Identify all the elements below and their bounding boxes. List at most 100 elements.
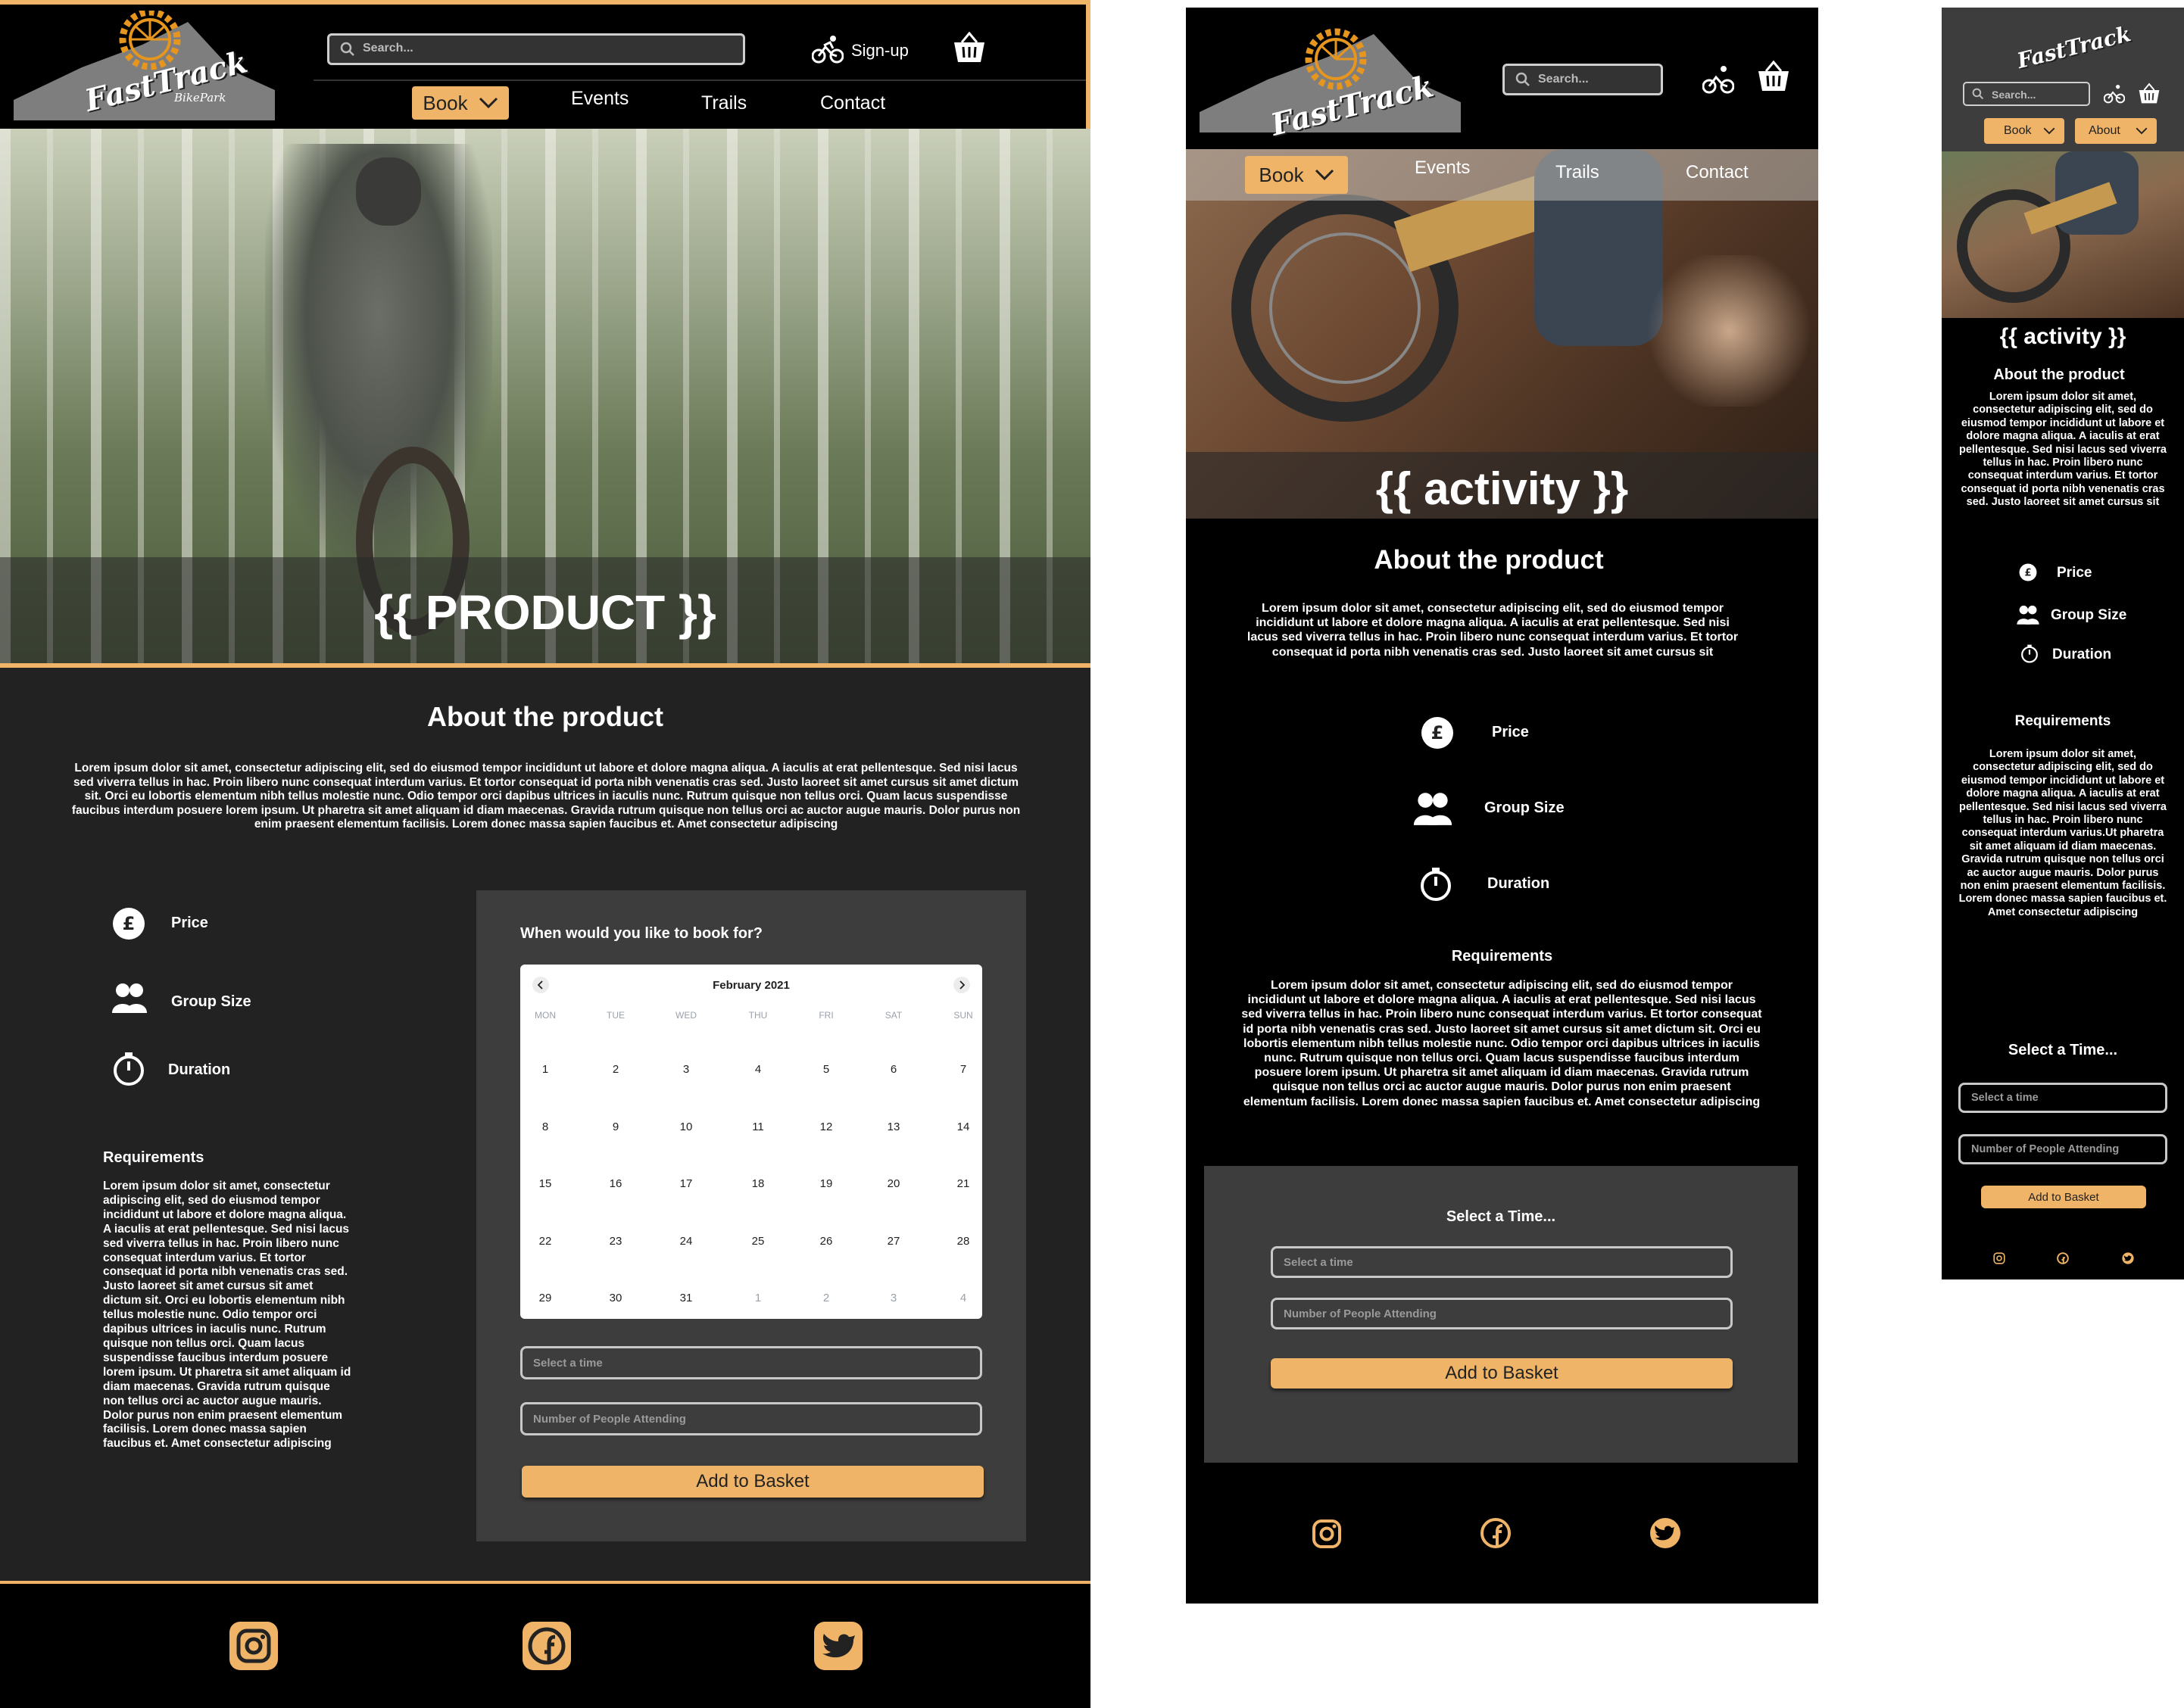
calendar-day[interactable]: 8 [523, 1120, 568, 1133]
calendar-day[interactable]: 23 [593, 1235, 638, 1248]
facebook-icon[interactable] [1480, 1517, 1512, 1549]
tablet-add-to-basket[interactable]: Add to Basket [1271, 1358, 1733, 1389]
basket-icon[interactable] [2137, 82, 2161, 104]
calendar-day[interactable]: 15 [523, 1177, 568, 1190]
calendar-day[interactable]: 30 [593, 1292, 638, 1304]
calendar-day[interactable]: 29 [523, 1292, 568, 1304]
desktop-people-input[interactable]: Number of People Attending [520, 1402, 982, 1435]
nav-trails[interactable]: Trails [701, 92, 747, 114]
calendar-day[interactable]: 2 [803, 1292, 849, 1304]
calendar-day[interactable]: 7 [941, 1063, 986, 1076]
calendar-day[interactable]: 26 [803, 1235, 849, 1248]
tablet-frame: FastTrack Search... {{ activity }} Book … [1186, 8, 1818, 1604]
instagram-icon[interactable] [229, 1622, 278, 1670]
desktop-logo[interactable]: FastTrack BikePark [14, 8, 275, 120]
tablet-hero-image: {{ activity }} [1186, 149, 1818, 519]
people-placeholder: Number of People Attending [533, 1412, 686, 1426]
tablet-search-input[interactable]: Search... [1502, 64, 1663, 95]
tablet-people-input[interactable]: Number of People Attending [1271, 1298, 1733, 1329]
calendar-day[interactable]: 3 [663, 1063, 709, 1076]
nav-events[interactable]: Events [571, 88, 629, 110]
calendar-day[interactable]: 14 [941, 1120, 986, 1133]
calendar-weekday: TUE [607, 1010, 625, 1021]
pound-icon: £ [1421, 716, 1454, 750]
calendar-weekday: SUN [953, 1010, 973, 1021]
basket-icon[interactable] [951, 30, 987, 64]
calendar-day[interactable]: 18 [735, 1177, 781, 1190]
twitter-icon[interactable] [814, 1622, 863, 1670]
calendar-day[interactable]: 28 [941, 1235, 986, 1248]
calendar-day[interactable]: 1 [523, 1063, 568, 1076]
calendar-day[interactable]: 25 [735, 1235, 781, 1248]
calendar-next-button[interactable] [953, 977, 970, 993]
signup-link[interactable]: Sign-up [812, 33, 918, 67]
cyclist-icon[interactable] [1702, 64, 1734, 95]
calendar-day[interactable]: 3 [871, 1292, 916, 1304]
nav-events[interactable]: Events [1415, 157, 1470, 179]
feature-group-size: Group Size [2051, 607, 2127, 623]
instagram-icon[interactable] [1993, 1252, 2005, 1264]
twitter-icon[interactable] [2122, 1252, 2134, 1264]
people-placeholder: Number of People Attending [1971, 1143, 2120, 1155]
calendar-day[interactable]: 31 [663, 1292, 709, 1304]
calendar-day[interactable]: 19 [803, 1177, 849, 1190]
nav-book-button[interactable]: Book [412, 86, 509, 120]
chevron-down-icon [479, 97, 498, 109]
calendar-day[interactable]: 22 [523, 1235, 568, 1248]
twitter-icon[interactable] [1649, 1517, 1681, 1549]
calendar-day[interactable]: 9 [593, 1120, 638, 1133]
tablet-select-time[interactable]: Select a time [1271, 1246, 1733, 1278]
chevron-down-icon [2043, 127, 2055, 135]
calendar-day[interactable]: 2 [593, 1063, 638, 1076]
calendar-day[interactable]: 17 [663, 1177, 709, 1190]
calendar-day[interactable]: 24 [663, 1235, 709, 1248]
calendar-weekday: WED [675, 1010, 697, 1021]
select-time-placeholder: Select a time [533, 1356, 603, 1370]
mobile-nav-book-button[interactable]: Book [1984, 118, 2064, 144]
basket-icon[interactable] [1755, 59, 1792, 92]
facebook-icon[interactable] [2057, 1252, 2069, 1264]
instagram-icon[interactable] [1312, 1519, 1342, 1549]
select-time-placeholder: Select a time [1284, 1255, 1353, 1269]
calendar-day[interactable]: 13 [871, 1120, 916, 1133]
pound-icon: £ [2019, 563, 2037, 581]
booking-question: When would you like to book for? [520, 925, 763, 942]
mobile-frame: FastTrack Search... Book About {{ activi… [1942, 8, 2184, 1279]
calendar-day[interactable]: 4 [735, 1063, 781, 1076]
nav-trails[interactable]: Trails [1555, 162, 1599, 183]
calendar-day[interactable]: 27 [871, 1235, 916, 1248]
calendar-day[interactable]: 4 [941, 1292, 986, 1304]
calendar-day[interactable]: 16 [593, 1177, 638, 1190]
mobile-select-time-title: Select a Time... [2008, 1042, 2118, 1058]
calendar-day[interactable]: 20 [871, 1177, 916, 1190]
calendar-day[interactable]: 6 [871, 1063, 916, 1076]
desktop-select-time[interactable]: Select a time [520, 1346, 982, 1379]
mobile-people-input[interactable]: Number of People Attending [1958, 1134, 2167, 1164]
tablet-requirements-body: Lorem ipsum dolor sit amet, consectetur … [1241, 979, 1762, 1108]
mobile-search-input[interactable]: Search... [1963, 82, 2090, 106]
calendar-day[interactable]: 1 [735, 1292, 781, 1304]
stopwatch-icon [1419, 866, 1452, 901]
tablet-nav-book-button[interactable]: Book [1245, 156, 1348, 194]
calendar-day[interactable]: 10 [663, 1120, 709, 1133]
desktop-hero-title: {{ PRODUCT }} [374, 585, 716, 640]
nav-contact[interactable]: Contact [820, 92, 885, 114]
calendar-day[interactable]: 5 [803, 1063, 849, 1076]
calendar-day[interactable]: 21 [941, 1177, 986, 1190]
cyclist-icon[interactable] [2104, 83, 2125, 104]
feature-price: Price [2057, 565, 2092, 581]
mobile-add-to-basket[interactable]: Add to Basket [1981, 1186, 2146, 1208]
desktop-add-to-basket[interactable]: Add to Basket [522, 1466, 984, 1498]
nav-contact[interactable]: Contact [1686, 162, 1749, 183]
desktop-search-input[interactable]: Search... [327, 33, 745, 65]
mobile-select-time[interactable]: Select a time [1958, 1083, 2167, 1113]
select-time-placeholder: Select a time [1971, 1092, 2039, 1104]
calendar-weekday: MON [535, 1010, 556, 1021]
calendar-day[interactable]: 12 [803, 1120, 849, 1133]
facebook-icon[interactable] [523, 1622, 571, 1670]
mobile-nav-about-button[interactable]: About [2075, 118, 2157, 144]
svg-text:£: £ [1431, 722, 1444, 743]
calendar-day[interactable]: 11 [735, 1120, 781, 1133]
tablet-logo[interactable]: FastTrack [1200, 23, 1461, 143]
feature-group-size: Group Size [171, 993, 251, 1010]
